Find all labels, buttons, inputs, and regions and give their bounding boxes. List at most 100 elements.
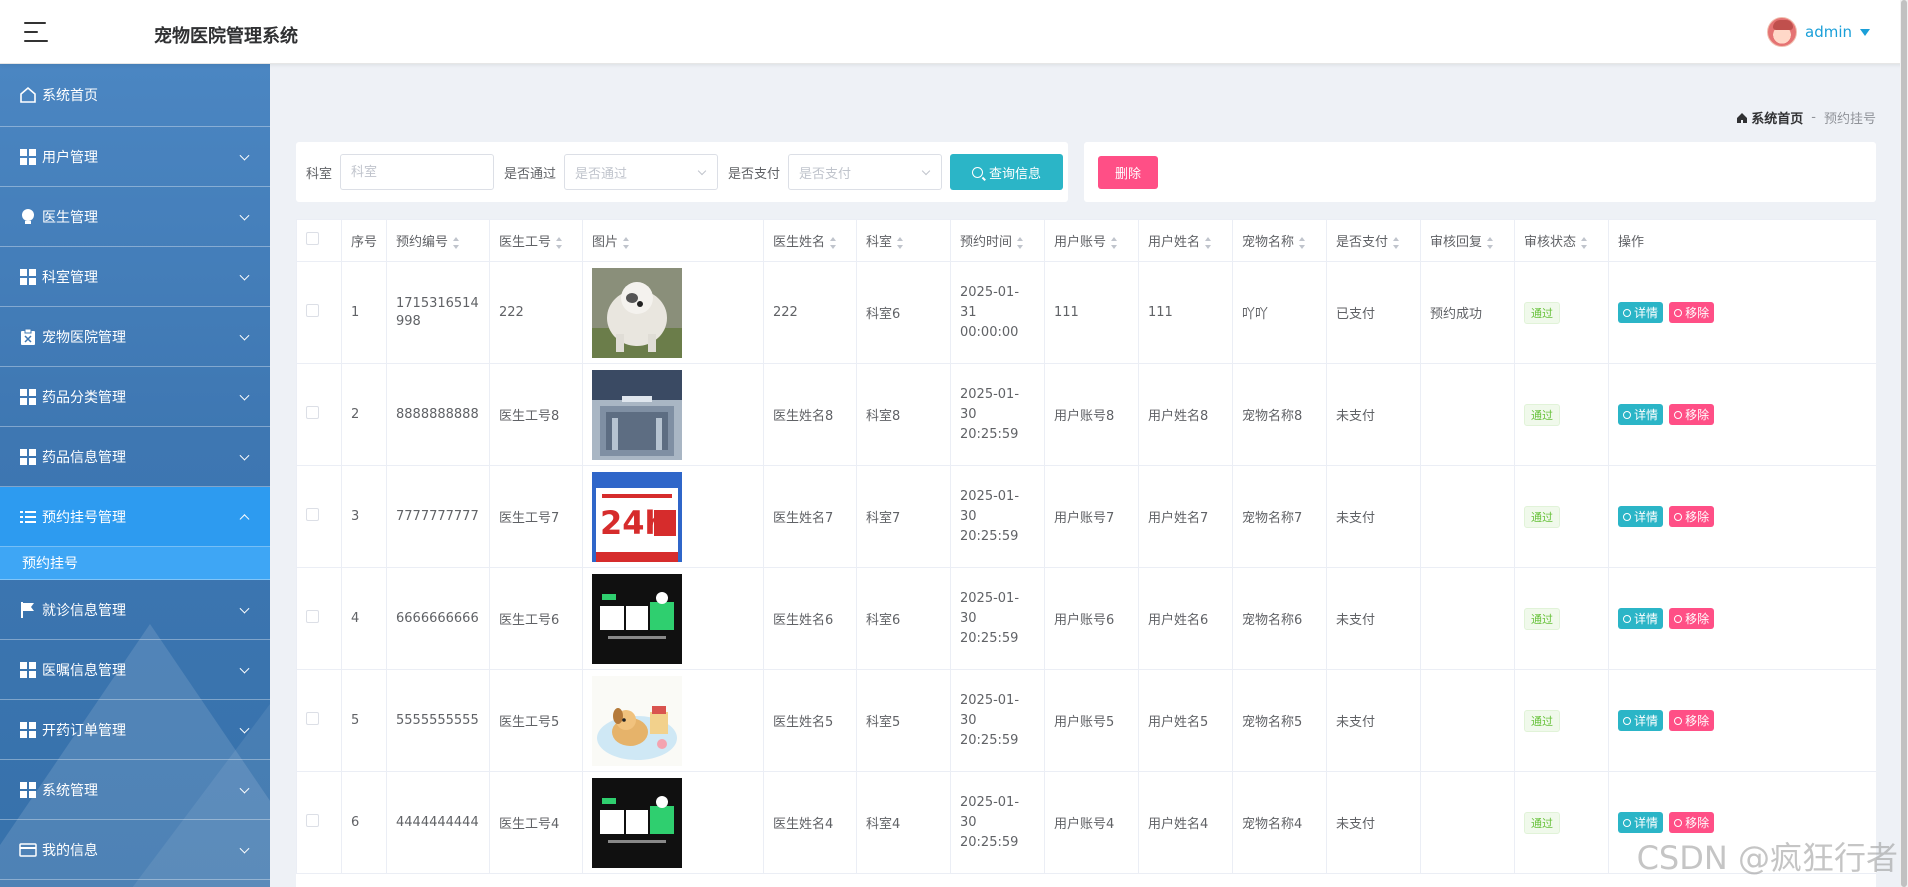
dept-input[interactable] <box>340 154 495 190</box>
sidebar-item-prescriptions[interactable]: 开药订单管理 <box>0 700 270 760</box>
sort-icon[interactable] <box>555 236 563 249</box>
query-button[interactable]: 查询信息 <box>950 154 1064 190</box>
thumbnail-hospital-photo[interactable] <box>592 369 682 460</box>
row-select[interactable] <box>296 261 342 364</box>
data-table: 序号 预约编号 医生工号 图片 医生姓名 科室 预约时间 用户账号 用户姓名 宠… <box>296 219 1876 874</box>
cell-time: 2025-01-30 20:25:59 <box>950 771 1045 874</box>
sidebar-item-hospitals[interactable]: 宠物医院管理 <box>0 307 270 367</box>
thumbnail-cartoon-dog[interactable] <box>592 675 682 766</box>
row-select[interactable] <box>296 567 342 670</box>
cell-paid: 未支付 <box>1326 771 1421 874</box>
sort-icon[interactable] <box>1486 236 1494 249</box>
header-select-all[interactable] <box>296 219 342 262</box>
header-cell[interactable]: 预约编号 <box>386 219 490 262</box>
delete-button[interactable]: 删除 <box>1098 156 1158 189</box>
chevron-down-icon <box>239 843 250 854</box>
sort-icon[interactable] <box>1016 236 1024 249</box>
row-select[interactable] <box>296 363 342 466</box>
detail-button[interactable]: 详情 <box>1618 608 1664 629</box>
pass-select[interactable]: 是否通过 <box>564 154 719 190</box>
row-select[interactable] <box>296 465 342 568</box>
remove-button[interactable]: 移除 <box>1669 608 1715 629</box>
checkbox[interactable] <box>306 304 319 317</box>
sidebar-item-drugs[interactable]: 药品信息管理 <box>0 427 270 487</box>
sidebar-item-visits[interactable]: 就诊信息管理 <box>0 580 270 640</box>
cell-idx: 3 <box>341 465 387 568</box>
header-cell[interactable]: 医生工号 <box>489 219 583 262</box>
header-cell[interactable]: 科室 <box>856 219 951 262</box>
paid-select[interactable]: 是否支付 <box>788 154 943 190</box>
sort-icon[interactable] <box>1298 236 1306 249</box>
row-select[interactable] <box>296 669 342 772</box>
checkbox[interactable] <box>306 610 319 623</box>
sidebar-subitem-appointment[interactable]: 预约挂号 <box>0 547 270 580</box>
sort-icon[interactable] <box>1392 236 1400 249</box>
cell-pet: 宠物名称5 <box>1232 669 1327 772</box>
sort-icon[interactable] <box>829 236 837 249</box>
header-cell[interactable]: 图片 <box>582 219 764 262</box>
detail-button[interactable]: 详情 <box>1618 812 1664 833</box>
sort-icon[interactable] <box>1580 236 1588 249</box>
remove-button[interactable]: 移除 <box>1669 302 1715 323</box>
detail-button[interactable]: 详情 <box>1618 404 1664 425</box>
cell-image <box>582 567 764 670</box>
sidebar-item-orders-advice[interactable]: 医嘱信息管理 <box>0 640 270 700</box>
sidebar-item-drug-categories[interactable]: 药品分类管理 <box>0 367 270 427</box>
row-select[interactable] <box>296 771 342 874</box>
remove-button[interactable]: 移除 <box>1669 506 1715 527</box>
header-cell[interactable]: 审核状态 <box>1514 219 1609 262</box>
header-cell[interactable]: 预约时间 <box>950 219 1045 262</box>
detail-button[interactable]: 详情 <box>1618 710 1664 731</box>
checkbox[interactable] <box>306 712 319 725</box>
header-cell[interactable]: 医生姓名 <box>763 219 857 262</box>
cell-code: 1715316514998 <box>386 261 490 364</box>
sidebar-item-appointments[interactable]: 预约挂号管理 <box>0 487 270 547</box>
header-cell[interactable]: 是否支付 <box>1326 219 1421 262</box>
header-cell[interactable]: 用户姓名 <box>1138 219 1233 262</box>
sidebar-item-profile[interactable]: 我的信息 <box>0 820 270 880</box>
cell-time: 2025-01-31 00:00:00 <box>950 261 1045 364</box>
sidebar-item-system[interactable]: 系统管理 <box>0 760 270 820</box>
sort-icon[interactable] <box>1110 236 1118 249</box>
page-scrollbar[interactable] <box>1900 0 1908 887</box>
user-menu[interactable]: admin <box>1767 17 1870 47</box>
checkbox[interactable] <box>306 814 319 827</box>
search-icon <box>1623 308 1631 317</box>
sort-icon[interactable] <box>896 236 904 249</box>
header-cell[interactable]: 宠物名称 <box>1232 219 1327 262</box>
grid-icon <box>18 780 38 800</box>
checkbox[interactable] <box>306 406 319 419</box>
cell-user-name: 用户姓名8 <box>1138 363 1233 466</box>
hamburger-menu-icon[interactable] <box>24 20 50 44</box>
header-cell[interactable]: 用户账号 <box>1044 219 1139 262</box>
checkbox[interactable] <box>306 508 319 521</box>
sort-icon[interactable] <box>622 236 630 249</box>
search-icon <box>972 166 984 178</box>
sidebar-item-users[interactable]: 用户管理 <box>0 127 270 187</box>
search-icon <box>1623 818 1631 827</box>
checkbox[interactable] <box>306 232 319 245</box>
sidebar-item-doctors[interactable]: 医生管理 <box>0 187 270 247</box>
cell-account: 用户账号7 <box>1044 465 1139 568</box>
sidebar-item-label: 医生管理 <box>42 209 98 226</box>
remove-button[interactable]: 移除 <box>1669 812 1715 833</box>
detail-button[interactable]: 详情 <box>1618 506 1664 527</box>
breadcrumb-home[interactable]: 系统首页 <box>1736 108 1803 127</box>
cell-paid: 未支付 <box>1326 669 1421 772</box>
header-cell[interactable]: 审核回复 <box>1420 219 1515 262</box>
sort-icon[interactable] <box>1204 236 1212 249</box>
detail-button[interactable]: 详情 <box>1618 302 1664 323</box>
sort-icon[interactable] <box>452 236 460 249</box>
sidebar-item-home[interactable]: 系统首页 <box>0 64 270 127</box>
sidebar-item-departments[interactable]: 科室管理 <box>0 247 270 307</box>
remove-label: 移除 <box>1685 510 1710 524</box>
thumbnail-poster-24h[interactable]: 24h <box>592 471 682 562</box>
thumbnail-pet-hospital-logo[interactable] <box>592 573 682 664</box>
thumbnail-sheepdog-photo[interactable] <box>592 267 682 358</box>
remove-button[interactable]: 移除 <box>1669 404 1715 425</box>
remove-button[interactable]: 移除 <box>1669 710 1715 731</box>
sidebar-item-label: 宠物医院管理 <box>42 329 126 346</box>
table-row: 1 1715316514998 222 222 科室6 2025-01-31 00… <box>296 261 1876 364</box>
cell-doctor-no: 医生工号7 <box>489 465 583 568</box>
thumbnail-pet-hospital-logo[interactable] <box>592 777 682 868</box>
